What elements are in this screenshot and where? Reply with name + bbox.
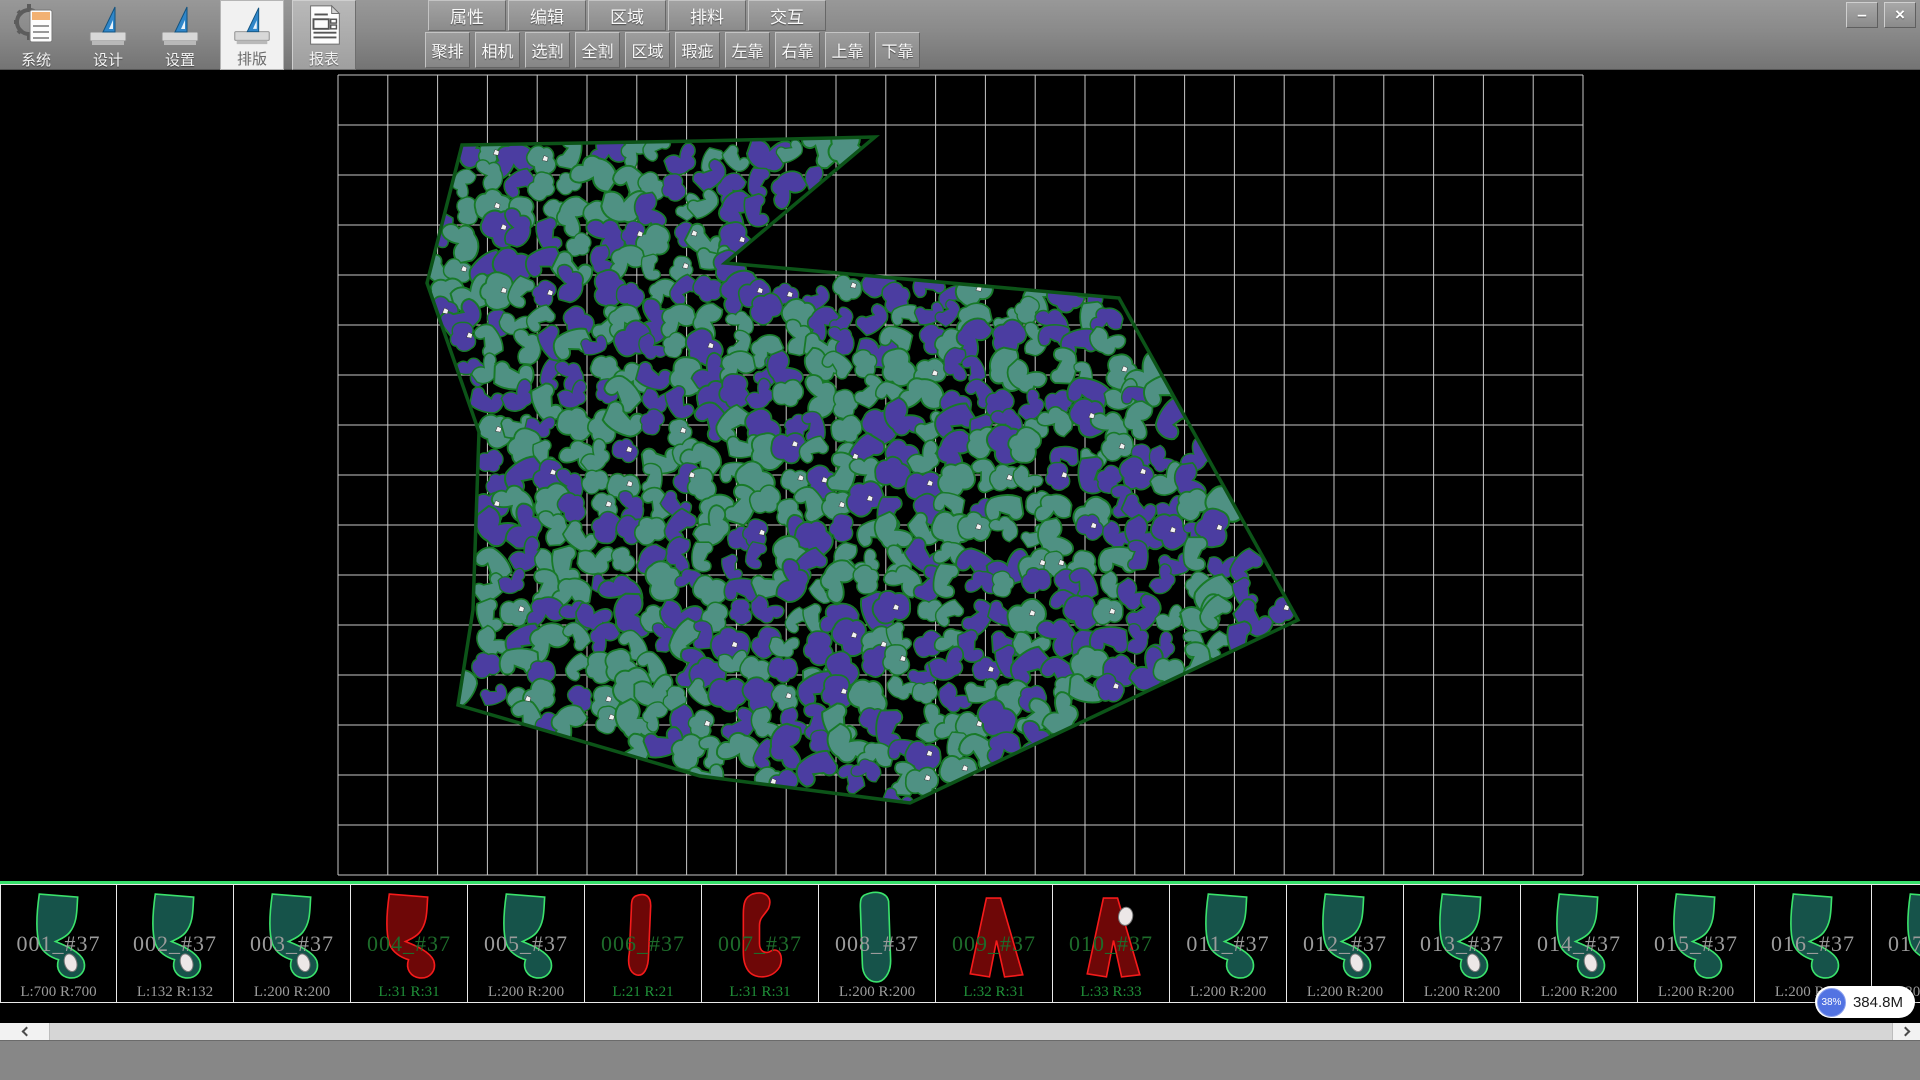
thumbnail-cell-010[interactable]: 010_#37 L:33 R:33	[1053, 884, 1170, 1003]
piece-lr-label: L:200 R:200	[1404, 984, 1520, 1001]
tool-align-left[interactable]: 左靠	[725, 32, 770, 68]
cpu-percent-indicator: 38%	[1817, 988, 1846, 1017]
report-document-icon	[302, 3, 346, 47]
thumbnail-cell-003[interactable]: 003_#37 L:200 R:200	[234, 884, 351, 1003]
thumbnail-cell-013[interactable]: 013_#37 L:200 R:200	[1404, 884, 1521, 1003]
piece-lr-label: L:700 R:700	[1, 984, 116, 1001]
nest-canvas-svg	[0, 70, 1920, 881]
piece-lr-label: L:200 R:200	[1170, 984, 1286, 1001]
nav-layout-label: 排版	[237, 48, 267, 69]
menu-interactive[interactable]: 交互	[748, 0, 826, 31]
chevron-left-icon	[21, 1027, 31, 1037]
nest-pieces	[419, 123, 1299, 819]
menu-nesting[interactable]: 排料	[668, 0, 746, 31]
piece-id-label: 002_#37	[117, 931, 233, 957]
thumbnail-cell-014[interactable]: 014_#37 L:200 R:200	[1521, 884, 1638, 1003]
piece-lr-label: L:21 R:21	[585, 984, 701, 1001]
tool-align-right[interactable]: 右靠	[775, 32, 820, 68]
piece-id-label: 012_#37	[1287, 931, 1403, 957]
tool-align-bottom[interactable]: 下靠	[875, 32, 920, 68]
horizontal-scrollbar[interactable]	[0, 1023, 1920, 1040]
piece-id-label: 007_#37	[702, 931, 818, 957]
tool-select-cut[interactable]: 选割	[525, 32, 570, 68]
thumbnail-cell-011[interactable]: 011_#37 L:200 R:200	[1170, 884, 1287, 1003]
nav-design-button[interactable]: 设计	[76, 0, 140, 70]
thumbnail-cell-015[interactable]: 015_#37 L:200 R:200	[1638, 884, 1755, 1003]
piece-id-label: 003_#37	[234, 931, 350, 957]
piece-lr-label: L:200 R:200	[1638, 984, 1754, 1001]
nav-settings-button[interactable]: 设置	[148, 0, 212, 70]
piece-id-label: 008_#37	[819, 931, 935, 957]
piece-lr-label: L:200 R:200	[468, 984, 584, 1001]
piece-lr-label: L:200 R:200	[819, 984, 935, 1001]
tool-align-top[interactable]: 上靠	[825, 32, 870, 68]
nav-report-label: 报表	[309, 48, 339, 69]
tool-button-row: 聚排 相机 选割 全割 区域 瑕疵 左靠 右靠 上靠 下靠	[425, 32, 925, 69]
tool-cut-all[interactable]: 全割	[575, 32, 620, 68]
thumbnail-cell-004[interactable]: 004_#37 L:31 R:31	[351, 884, 468, 1003]
piece-lr-label: L:200 R:200	[1521, 984, 1637, 1001]
menu-attributes[interactable]: 属性	[428, 0, 506, 31]
piece-id-label: 001_#37	[1, 931, 116, 957]
thumbnail-cell-008[interactable]: 008_#37 L:200 R:200	[819, 884, 936, 1003]
piece-id-label: 010_#37	[1053, 931, 1169, 957]
piece-id-label: 017_#37	[1872, 931, 1920, 957]
piece-id-label: 006_#37	[585, 931, 701, 957]
piece-lr-label: L:33 R:33	[1053, 984, 1169, 1001]
piece-lr-label: L:200 R:200	[234, 984, 350, 1001]
piece-id-label: 014_#37	[1521, 931, 1637, 957]
nav-design-label: 设计	[93, 49, 123, 70]
tool-camera[interactable]: 相机	[475, 32, 520, 68]
piece-id-label: 004_#37	[351, 931, 467, 957]
layout-setsquare-icon	[230, 3, 274, 47]
piece-lr-label: L:31 R:31	[702, 984, 818, 1001]
piece-lr-label: L:31 R:31	[351, 984, 467, 1001]
nav-system-button[interactable]: 系统	[4, 0, 68, 70]
nav-report-button[interactable]: 报表	[292, 0, 356, 70]
thumbnail-cell-005[interactable]: 005_#37 L:200 R:200	[468, 884, 585, 1003]
settings-setsquare-icon	[158, 2, 202, 48]
main-nav-buttons: 系统 设计 设置	[4, 0, 364, 70]
top-toolbar: 系统 设计 设置	[0, 0, 1920, 70]
piece-thumbnail-strip: 001_#37 L:700 R:700 002_#37 L:132 R:132 …	[0, 884, 1920, 1003]
tool-defect[interactable]: 瑕疵	[675, 32, 720, 68]
scroll-right-button[interactable]	[1892, 1023, 1920, 1040]
nav-layout-button-active[interactable]: 排版	[220, 0, 284, 70]
memory-usage-badge: 38% 384.8M	[1815, 986, 1915, 1018]
memory-value: 384.8M	[1853, 994, 1903, 1011]
thumbnail-cell-009[interactable]: 009_#37 L:32 R:31	[936, 884, 1053, 1003]
piece-id-label: 011_#37	[1170, 931, 1286, 957]
thumbnail-cell-007[interactable]: 007_#37 L:31 R:31	[702, 884, 819, 1003]
piece-id-label: 016_#37	[1755, 931, 1871, 957]
tool-cluster-nest[interactable]: 聚排	[425, 32, 470, 68]
piece-id-label: 013_#37	[1404, 931, 1520, 957]
thumbnail-cell-002[interactable]: 002_#37 L:132 R:132	[117, 884, 234, 1003]
window-controls: – ×	[1846, 2, 1916, 28]
thumbnail-cell-012[interactable]: 012_#37 L:200 R:200	[1287, 884, 1404, 1003]
chevron-right-icon	[1900, 1027, 1910, 1037]
design-setsquare-icon	[86, 2, 130, 48]
menu-edit[interactable]: 编辑	[508, 0, 586, 31]
nav-system-label: 系统	[21, 49, 51, 70]
nav-settings-label: 设置	[165, 49, 195, 70]
piece-id-label: 015_#37	[1638, 931, 1754, 957]
system-gear-icon	[14, 2, 58, 48]
scroll-left-button[interactable]	[0, 1023, 50, 1040]
strip-bottom-gap: 38% 384.8M	[0, 1003, 1920, 1023]
minimize-button[interactable]: –	[1846, 2, 1878, 28]
nesting-application-window: 系统 设计 设置	[0, 0, 1920, 1080]
tool-region[interactable]: 区域	[625, 32, 670, 68]
piece-id-label: 009_#37	[936, 931, 1052, 957]
piece-id-label: 005_#37	[468, 931, 584, 957]
piece-lr-label: L:200 R:200	[1287, 984, 1403, 1001]
close-button[interactable]: ×	[1884, 2, 1916, 28]
nest-canvas-area[interactable]	[0, 70, 1920, 881]
thumbnail-cell-001[interactable]: 001_#37 L:700 R:700	[0, 884, 117, 1003]
status-bar	[0, 1040, 1920, 1080]
menu-region[interactable]: 区域	[588, 0, 666, 31]
piece-lr-label: L:32 R:31	[936, 984, 1052, 1001]
thumbnail-cell-006[interactable]: 006_#37 L:21 R:21	[585, 884, 702, 1003]
menu-bar: 属性 编辑 区域 排料 交互	[428, 0, 828, 31]
piece-lr-label: L:132 R:132	[117, 984, 233, 1001]
